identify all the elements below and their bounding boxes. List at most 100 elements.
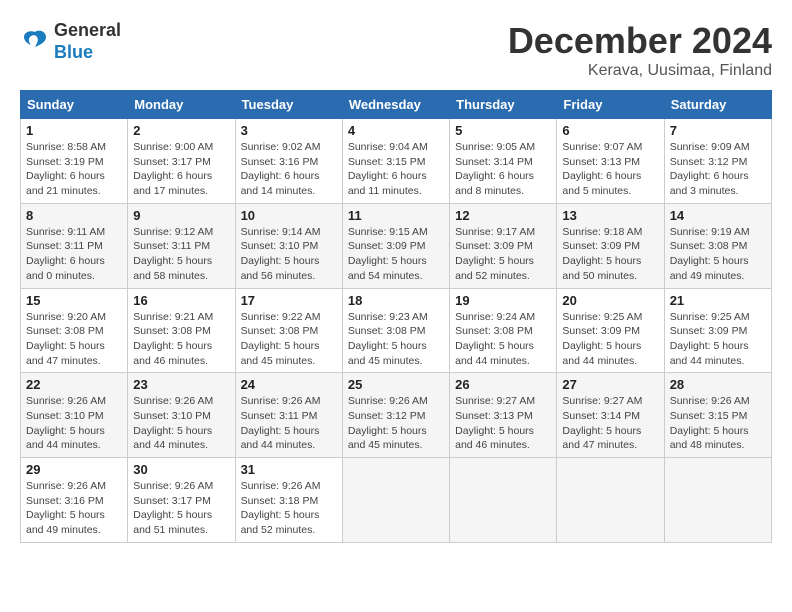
- day-number: 27: [562, 377, 658, 392]
- calendar-cell: 23 Sunrise: 9:26 AMSunset: 3:10 PMDayligh…: [128, 373, 235, 458]
- day-number: 9: [133, 208, 229, 223]
- calendar-week-row: 22 Sunrise: 9:26 AMSunset: 3:10 PMDayligh…: [21, 373, 772, 458]
- calendar-cell: [664, 458, 771, 543]
- day-info: Sunrise: 9:25 AMSunset: 3:09 PMDaylight:…: [562, 310, 658, 369]
- calendar-cell: 7 Sunrise: 9:09 AMSunset: 3:12 PMDaylight…: [664, 119, 771, 204]
- calendar-cell: 21 Sunrise: 9:25 AMSunset: 3:09 PMDayligh…: [664, 288, 771, 373]
- month-title: December 2024: [508, 20, 772, 62]
- day-number: 23: [133, 377, 229, 392]
- day-info: Sunrise: 9:00 AMSunset: 3:17 PMDaylight:…: [133, 140, 229, 199]
- day-info: Sunrise: 8:58 AMSunset: 3:19 PMDaylight:…: [26, 140, 122, 199]
- calendar-cell: 18Sunrise: 9:23 AMSunset: 3:08 PMDayligh…: [342, 288, 449, 373]
- calendar-week-row: 8 Sunrise: 9:11 AMSunset: 3:11 PMDaylight…: [21, 203, 772, 288]
- day-number: 17: [241, 293, 337, 308]
- day-number: 12: [455, 208, 551, 223]
- day-info: Sunrise: 9:26 AMSunset: 3:11 PMDaylight:…: [241, 394, 337, 453]
- day-info: Sunrise: 9:12 AMSunset: 3:11 PMDaylight:…: [133, 225, 229, 284]
- calendar-cell: 3 Sunrise: 9:02 AMSunset: 3:16 PMDaylight…: [235, 119, 342, 204]
- day-number: 22: [26, 377, 122, 392]
- day-info: Sunrise: 9:07 AMSunset: 3:13 PMDaylight:…: [562, 140, 658, 199]
- day-info: Sunrise: 9:20 AMSunset: 3:08 PMDaylight:…: [26, 310, 122, 369]
- calendar-cell: 16 Sunrise: 9:21 AMSunset: 3:08 PMDayligh…: [128, 288, 235, 373]
- header: General Blue December 2024 Kerava, Uusim…: [20, 20, 772, 80]
- day-number: 29: [26, 462, 122, 477]
- weekday-header-sunday: Sunday: [21, 91, 128, 119]
- day-number: 2: [133, 123, 229, 138]
- day-info: Sunrise: 9:26 AMSunset: 3:12 PMDaylight:…: [348, 394, 444, 453]
- calendar-cell: 8 Sunrise: 9:11 AMSunset: 3:11 PMDaylight…: [21, 203, 128, 288]
- calendar-cell: 11 Sunrise: 9:15 AMSunset: 3:09 PMDayligh…: [342, 203, 449, 288]
- day-info: Sunrise: 9:22 AMSunset: 3:08 PMDaylight:…: [241, 310, 337, 369]
- calendar-week-row: 15Sunrise: 9:20 AMSunset: 3:08 PMDayligh…: [21, 288, 772, 373]
- calendar-cell: 14 Sunrise: 9:19 AMSunset: 3:08 PMDayligh…: [664, 203, 771, 288]
- day-number: 18: [348, 293, 444, 308]
- calendar-cell: 2 Sunrise: 9:00 AMSunset: 3:17 PMDaylight…: [128, 119, 235, 204]
- calendar-cell: 17 Sunrise: 9:22 AMSunset: 3:08 PMDayligh…: [235, 288, 342, 373]
- day-info: Sunrise: 9:14 AMSunset: 3:10 PMDaylight:…: [241, 225, 337, 284]
- logo: General Blue: [20, 20, 121, 63]
- calendar-cell: 4 Sunrise: 9:04 AMSunset: 3:15 PMDaylight…: [342, 119, 449, 204]
- day-number: 30: [133, 462, 229, 477]
- day-number: 3: [241, 123, 337, 138]
- day-info: Sunrise: 9:27 AMSunset: 3:14 PMDaylight:…: [562, 394, 658, 453]
- calendar-table: SundayMondayTuesdayWednesdayThursdayFrid…: [20, 90, 772, 543]
- calendar-cell: 1 Sunrise: 8:58 AMSunset: 3:19 PMDaylight…: [21, 119, 128, 204]
- day-info: Sunrise: 9:25 AMSunset: 3:09 PMDaylight:…: [670, 310, 766, 369]
- calendar-cell: 19 Sunrise: 9:24 AMSunset: 3:08 PMDayligh…: [450, 288, 557, 373]
- calendar-cell: 9 Sunrise: 9:12 AMSunset: 3:11 PMDaylight…: [128, 203, 235, 288]
- calendar-cell: 22 Sunrise: 9:26 AMSunset: 3:10 PMDayligh…: [21, 373, 128, 458]
- day-number: 10: [241, 208, 337, 223]
- day-number: 8: [26, 208, 122, 223]
- day-number: 16: [133, 293, 229, 308]
- day-info: Sunrise: 9:18 AMSunset: 3:09 PMDaylight:…: [562, 225, 658, 284]
- day-info: Sunrise: 9:21 AMSunset: 3:08 PMDaylight:…: [133, 310, 229, 369]
- calendar-cell: 24 Sunrise: 9:26 AMSunset: 3:11 PMDayligh…: [235, 373, 342, 458]
- day-info: Sunrise: 9:17 AMSunset: 3:09 PMDaylight:…: [455, 225, 551, 284]
- day-number: 31: [241, 462, 337, 477]
- calendar-cell: 26Sunrise: 9:27 AMSunset: 3:13 PMDayligh…: [450, 373, 557, 458]
- calendar-cell: 30 Sunrise: 9:26 AMSunset: 3:17 PMDayligh…: [128, 458, 235, 543]
- day-number: 11: [348, 208, 444, 223]
- day-number: 24: [241, 377, 337, 392]
- logo-general: General: [54, 20, 121, 42]
- day-number: 1: [26, 123, 122, 138]
- day-number: 19: [455, 293, 551, 308]
- weekday-header-thursday: Thursday: [450, 91, 557, 119]
- day-info: Sunrise: 9:11 AMSunset: 3:11 PMDaylight:…: [26, 225, 122, 284]
- day-number: 4: [348, 123, 444, 138]
- calendar-cell: 6Sunrise: 9:07 AMSunset: 3:13 PMDaylight…: [557, 119, 664, 204]
- day-info: Sunrise: 9:26 AMSunset: 3:10 PMDaylight:…: [133, 394, 229, 453]
- day-info: Sunrise: 9:26 AMSunset: 3:17 PMDaylight:…: [133, 479, 229, 538]
- calendar-cell: 10 Sunrise: 9:14 AMSunset: 3:10 PMDayligh…: [235, 203, 342, 288]
- day-number: 21: [670, 293, 766, 308]
- calendar-cell: 25Sunrise: 9:26 AMSunset: 3:12 PMDayligh…: [342, 373, 449, 458]
- weekday-header-friday: Friday: [557, 91, 664, 119]
- weekday-header-tuesday: Tuesday: [235, 91, 342, 119]
- calendar-cell: 31 Sunrise: 9:26 AMSunset: 3:18 PMDayligh…: [235, 458, 342, 543]
- calendar-cell: 5Sunrise: 9:05 AMSunset: 3:14 PMDaylight…: [450, 119, 557, 204]
- calendar-cell: 15Sunrise: 9:20 AMSunset: 3:08 PMDayligh…: [21, 288, 128, 373]
- day-info: Sunrise: 9:19 AMSunset: 3:08 PMDaylight:…: [670, 225, 766, 284]
- day-info: Sunrise: 9:15 AMSunset: 3:09 PMDaylight:…: [348, 225, 444, 284]
- day-info: Sunrise: 9:26 AMSunset: 3:10 PMDaylight:…: [26, 394, 122, 453]
- day-info: Sunrise: 9:26 AMSunset: 3:18 PMDaylight:…: [241, 479, 337, 538]
- calendar-week-row: 29Sunrise: 9:26 AMSunset: 3:16 PMDayligh…: [21, 458, 772, 543]
- day-info: Sunrise: 9:24 AMSunset: 3:08 PMDaylight:…: [455, 310, 551, 369]
- day-number: 14: [670, 208, 766, 223]
- day-info: Sunrise: 9:26 AMSunset: 3:15 PMDaylight:…: [670, 394, 766, 453]
- day-info: Sunrise: 9:04 AMSunset: 3:15 PMDaylight:…: [348, 140, 444, 199]
- calendar-cell: 12 Sunrise: 9:17 AMSunset: 3:09 PMDayligh…: [450, 203, 557, 288]
- day-number: 5: [455, 123, 551, 138]
- calendar-cell: 29Sunrise: 9:26 AMSunset: 3:16 PMDayligh…: [21, 458, 128, 543]
- day-info: Sunrise: 9:02 AMSunset: 3:16 PMDaylight:…: [241, 140, 337, 199]
- location-title: Kerava, Uusimaa, Finland: [508, 62, 772, 80]
- day-number: 13: [562, 208, 658, 223]
- weekday-header-wednesday: Wednesday: [342, 91, 449, 119]
- logo-icon: [20, 27, 50, 57]
- day-number: 7: [670, 123, 766, 138]
- calendar-header-row: SundayMondayTuesdayWednesdayThursdayFrid…: [21, 91, 772, 119]
- weekday-header-monday: Monday: [128, 91, 235, 119]
- calendar-cell: 28Sunrise: 9:26 AMSunset: 3:15 PMDayligh…: [664, 373, 771, 458]
- day-info: Sunrise: 9:09 AMSunset: 3:12 PMDaylight:…: [670, 140, 766, 199]
- calendar-cell: 20Sunrise: 9:25 AMSunset: 3:09 PMDayligh…: [557, 288, 664, 373]
